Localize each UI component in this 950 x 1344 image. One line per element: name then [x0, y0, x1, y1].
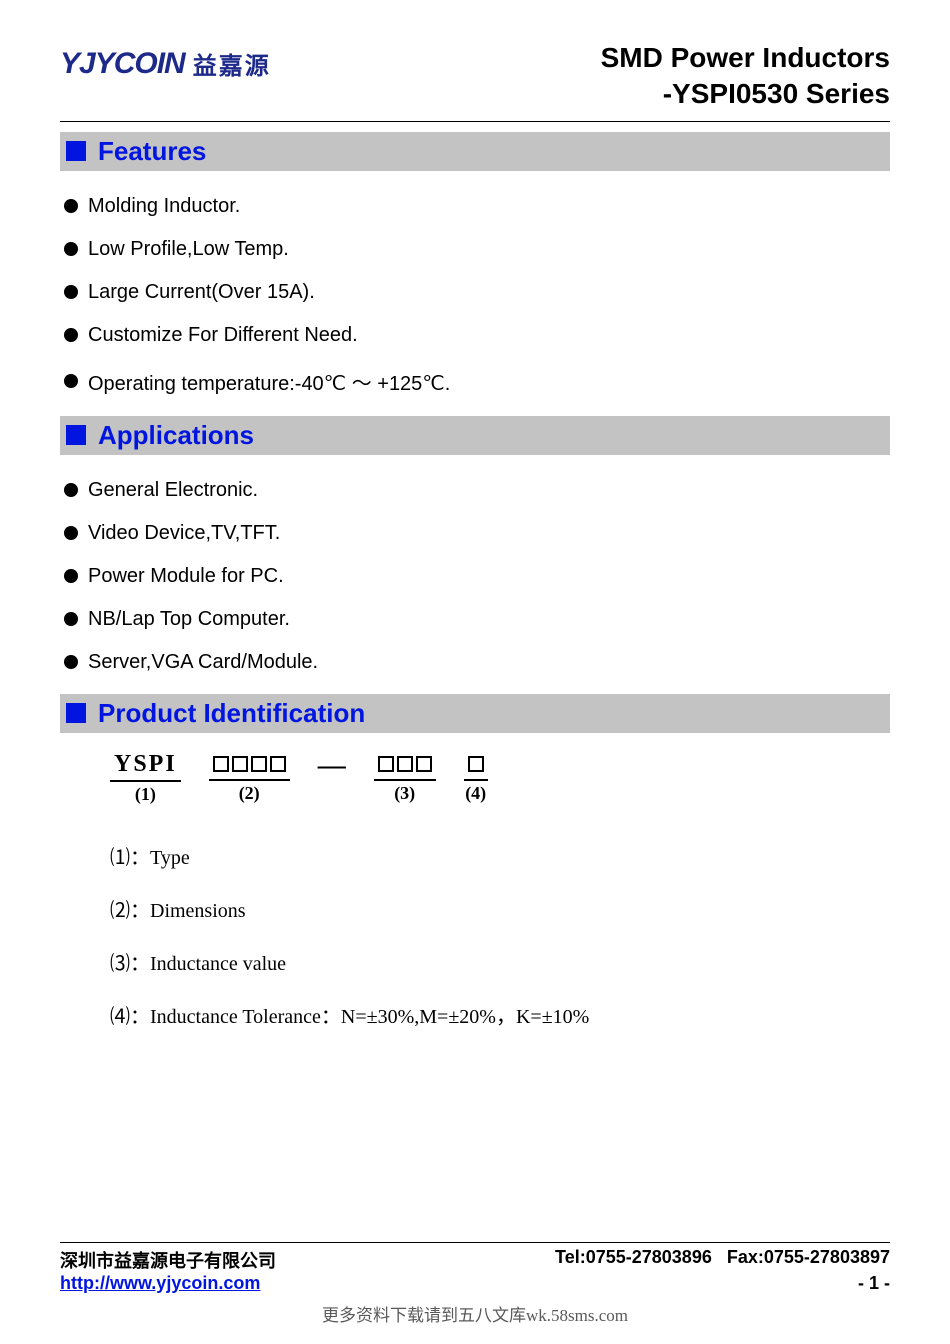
- feature-text: Customize For Different Need.: [88, 324, 358, 347]
- logo-chinese: 益嘉源: [193, 46, 271, 81]
- features-section-header: Features: [60, 132, 890, 171]
- footer-row-1: 深圳市益嘉源电子有限公司 Tel:0755-27803896 Fax:0755-…: [60, 1247, 890, 1273]
- application-text: Server,VGA Card/Module.: [88, 651, 318, 674]
- footer-contact: Tel:0755-27803896 Fax:0755-27803897: [555, 1247, 890, 1273]
- feature-text: Low Profile,Low Temp.: [88, 238, 289, 261]
- bullet-icon: [64, 285, 78, 299]
- product-id-heading: Product Identification: [98, 698, 365, 729]
- list-item: Low Profile,Low Temp.: [60, 228, 890, 271]
- section-marker-icon: [66, 703, 86, 723]
- applications-section-header: Applications: [60, 416, 890, 455]
- bullet-icon: [64, 655, 78, 669]
- bullet-icon: [64, 612, 78, 626]
- product-id-definitions: ⑴：Type ⑵：Dimensions ⑶：Inductance value ⑷…: [110, 829, 890, 1041]
- bullet-icon: [64, 242, 78, 256]
- applications-list: General Electronic. Video Device,TV,TFT.…: [60, 469, 890, 684]
- def-text: ：Inductance Tolerance：N=±30%,M=±20%，K=±1…: [130, 1006, 589, 1028]
- footer-divider: [60, 1242, 890, 1243]
- bullet-icon: [64, 526, 78, 540]
- pid-placeholder-boxes: [209, 751, 290, 781]
- bullet-icon: [64, 569, 78, 583]
- features-list: Molding Inductor. Low Profile,Low Temp. …: [60, 185, 890, 406]
- bullet-icon: [64, 483, 78, 497]
- id-def-row: ⑵：Dimensions: [110, 882, 890, 935]
- page-number: - 1 -: [858, 1273, 890, 1294]
- application-text: General Electronic.: [88, 479, 258, 502]
- pid-label-yspi: YSPI: [110, 751, 181, 782]
- application-text: NB/Lap Top Computer.: [88, 608, 290, 631]
- placeholder-box-icon: [251, 756, 267, 772]
- pid-index-4: (4): [465, 783, 486, 804]
- list-item: Customize For Different Need.: [60, 314, 890, 357]
- footer-tel: Tel:0755-27803896: [555, 1247, 712, 1267]
- pid-group-4: (4): [464, 751, 488, 804]
- placeholder-box-icon: [397, 756, 413, 772]
- def-text: ：Type: [130, 847, 190, 869]
- page-footer: 深圳市益嘉源电子有限公司 Tel:0755-27803896 Fax:0755-…: [60, 1242, 890, 1294]
- def-text: ：Inductance value: [130, 953, 286, 975]
- def-num: ⑷: [110, 1006, 130, 1028]
- pid-separator-dash: —: [318, 751, 346, 781]
- def-num: ⑶: [110, 953, 130, 975]
- list-item: Power Module for PC.: [60, 555, 890, 598]
- bullet-icon: [64, 374, 78, 388]
- applications-heading: Applications: [98, 420, 254, 451]
- header-divider: [60, 121, 890, 122]
- list-item: Video Device,TV,TFT.: [60, 512, 890, 555]
- pid-index-1: (1): [135, 784, 156, 805]
- footer-fax: Fax:0755-27803897: [727, 1247, 890, 1267]
- def-num: ⑴: [110, 847, 130, 869]
- feature-text: Operating temperature:-40℃ ～ +125℃.: [88, 367, 450, 396]
- company-logo: YJYCOIN 益嘉源: [60, 40, 271, 81]
- bullet-icon: [64, 328, 78, 342]
- list-item: General Electronic.: [60, 469, 890, 512]
- placeholder-box-icon: [213, 756, 229, 772]
- placeholder-box-icon: [468, 756, 484, 772]
- product-id-section-header: Product Identification: [60, 694, 890, 733]
- placeholder-box-icon: [378, 756, 394, 772]
- pid-group-2: (2): [209, 751, 290, 804]
- bullet-icon: [64, 199, 78, 213]
- watermark-text: 更多资料下载请到五八文库wk.58sms.com: [0, 1301, 950, 1326]
- feature-text: Molding Inductor.: [88, 195, 240, 218]
- list-item: Server,VGA Card/Module.: [60, 641, 890, 684]
- list-item: Large Current(Over 15A).: [60, 271, 890, 314]
- logo-english: YJYCOIN: [60, 47, 185, 81]
- footer-website-link[interactable]: http://www.yjycoin.com: [60, 1273, 260, 1294]
- pid-placeholder-boxes: [464, 751, 488, 781]
- list-item: NB/Lap Top Computer.: [60, 598, 890, 641]
- title-line-1: SMD Power Inductors: [601, 40, 890, 76]
- pid-group-1: YSPI (1): [110, 751, 181, 805]
- application-text: Power Module for PC.: [88, 565, 284, 588]
- list-item: Operating temperature:-40℃ ～ +125℃.: [60, 357, 890, 406]
- pid-group-3: (3): [374, 751, 436, 804]
- pid-index-2: (2): [239, 783, 260, 804]
- id-def-row: ⑴：Type: [110, 829, 890, 882]
- application-text: Video Device,TV,TFT.: [88, 522, 280, 545]
- id-def-row: ⑷：Inductance Tolerance：N=±30%,M=±20%，K=±…: [110, 988, 890, 1041]
- section-marker-icon: [66, 141, 86, 161]
- def-num: ⑵: [110, 900, 130, 922]
- list-item: Molding Inductor.: [60, 185, 890, 228]
- title-line-2: -YSPI0530 Series: [601, 76, 890, 112]
- page-header: YJYCOIN 益嘉源 SMD Power Inductors -YSPI053…: [60, 40, 890, 113]
- feature-text: Large Current(Over 15A).: [88, 281, 315, 304]
- footer-company: 深圳市益嘉源电子有限公司: [60, 1247, 276, 1273]
- features-heading: Features: [98, 136, 206, 167]
- id-def-row: ⑶：Inductance value: [110, 935, 890, 988]
- placeholder-box-icon: [232, 756, 248, 772]
- placeholder-box-icon: [270, 756, 286, 772]
- document-title: SMD Power Inductors -YSPI0530 Series: [601, 40, 890, 113]
- pid-placeholder-boxes: [374, 751, 436, 781]
- section-marker-icon: [66, 425, 86, 445]
- def-text: ：Dimensions: [130, 900, 246, 922]
- footer-row-2: http://www.yjycoin.com - 1 -: [60, 1273, 890, 1294]
- placeholder-box-icon: [416, 756, 432, 772]
- product-id-diagram: YSPI (1) (2) — (3) (4): [110, 751, 890, 805]
- pid-index-3: (3): [394, 783, 415, 804]
